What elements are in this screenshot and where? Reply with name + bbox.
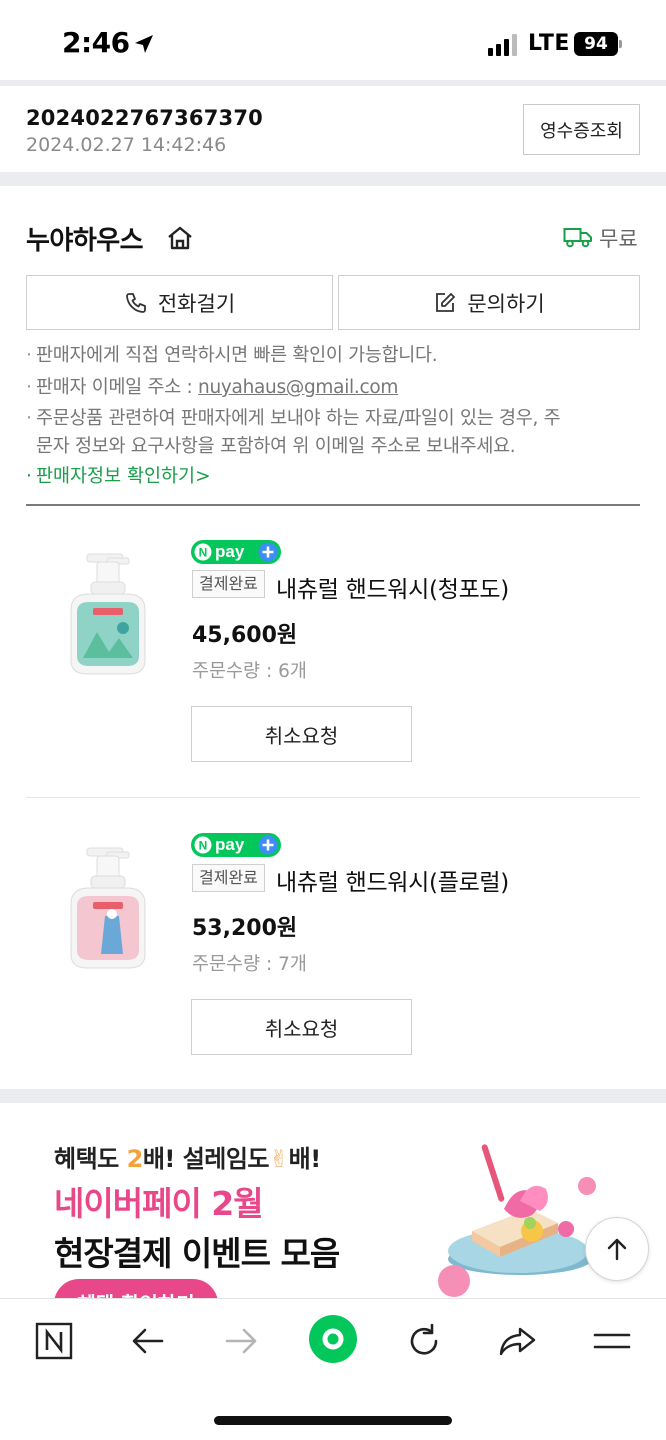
npay-badge: N pay	[191, 833, 281, 857]
cancel-request-button[interactable]: 취소요청	[191, 999, 412, 1055]
victory-hand-icon: ✌	[269, 1145, 289, 1173]
truck-icon	[563, 228, 592, 248]
location-arrow-icon	[135, 35, 153, 53]
payment-status-badge: 결제완료	[192, 570, 265, 598]
home-icon[interactable]	[166, 224, 194, 252]
signal-icon	[488, 34, 517, 56]
banner-headline: 혜택도 2배! 설레임도✌배!	[54, 1145, 321, 1173]
svg-text:N: N	[199, 546, 208, 560]
refresh-button[interactable]	[400, 1317, 448, 1365]
product-image[interactable]	[57, 548, 161, 682]
separator	[0, 80, 666, 86]
separator	[0, 1089, 666, 1103]
svg-text:pay: pay	[215, 835, 245, 854]
product-image[interactable]	[57, 842, 161, 976]
promo-banner[interactable]: 혜택도 2배! 설레임도✌배! 네이버페이 2월 현장결제 이벤트 모음 혜택 …	[0, 1103, 666, 1299]
phone-icon	[125, 292, 146, 313]
product-name[interactable]: 내츄럴 핸드워시(플로럴)	[276, 863, 509, 897]
inquiry-button[interactable]: 문의하기	[338, 275, 640, 330]
forward-button[interactable]	[217, 1317, 265, 1365]
product-quantity: 주문수량 : 7개	[192, 954, 307, 975]
product-price: 53,200원	[192, 916, 298, 941]
banner-title: 현장결제 이벤트 모음	[54, 1234, 340, 1273]
green-dot-icon	[309, 1315, 357, 1363]
seller-email-link[interactable]: nuyahaus@gmail.com	[198, 377, 398, 398]
share-button[interactable]	[494, 1317, 542, 1365]
share-icon	[499, 1327, 536, 1356]
status-time: 2:46	[62, 26, 130, 59]
separator	[0, 172, 666, 186]
battery-level: 94	[574, 32, 618, 56]
scroll-to-top-button[interactable]	[585, 1217, 649, 1281]
cake-illustration	[438, 1144, 596, 1297]
seller-info-link[interactable]: · 판매자정보 확인하기>	[26, 462, 211, 488]
edit-icon	[436, 292, 456, 312]
arrow-up-icon	[607, 1238, 627, 1261]
note-contact: · 판매자에게 직접 연락하시면 빠른 확인이 가능합니다.	[26, 345, 438, 366]
note-file-cont: 문자 정보와 요구사항을 포함하여 위 이메일 주소로 보내주세요.	[36, 436, 516, 457]
product-price: 45,600원	[192, 623, 298, 648]
banner-title-pink: 네이버페이 2월	[54, 1184, 264, 1223]
order-number: 2024022767367370	[26, 106, 263, 130]
note-file: · 주문상품 관련하여 판매자에게 보내야 하는 자료/파일이 있는 경우, 주	[26, 408, 561, 429]
naver-home-button[interactable]	[30, 1317, 78, 1365]
menu-button[interactable]	[588, 1317, 636, 1365]
divider	[26, 504, 640, 506]
shipping-fee: 무료	[599, 227, 638, 251]
call-button[interactable]: 전화걸기	[26, 275, 333, 330]
banner-cta-button[interactable]: 혜택 확인하기	[54, 1279, 218, 1299]
menu-icon	[593, 1333, 631, 1349]
naver-n-icon	[35, 1322, 73, 1360]
back-button[interactable]	[124, 1317, 172, 1365]
svg-text:N: N	[199, 839, 208, 853]
receipt-lookup-button[interactable]: 영수증조회	[523, 104, 640, 155]
battery-nub	[619, 40, 622, 48]
home-indicator	[214, 1416, 452, 1425]
back-arrow-icon	[132, 1328, 164, 1354]
green-dot-button[interactable]	[308, 1314, 358, 1364]
refresh-icon	[410, 1323, 438, 1355]
call-button-label: 전화걸기	[157, 291, 236, 316]
seller-name[interactable]: 누야하우스	[26, 220, 144, 257]
note-email: · 판매자 이메일 주소 : nuyahaus@gmail.com	[26, 377, 399, 398]
network-type: LTE	[528, 31, 570, 56]
cancel-request-button[interactable]: 취소요청	[191, 706, 412, 762]
status-bar: 2:46 LTE 94	[0, 0, 666, 80]
divider	[26, 797, 640, 798]
chevron-right-icon: >	[195, 466, 211, 487]
svg-text:pay: pay	[215, 542, 245, 561]
inquiry-button-label: 문의하기	[467, 291, 545, 316]
order-datetime: 2024.02.27 14:42:46	[26, 134, 227, 156]
product-name[interactable]: 내츄럴 핸드워시(청포도)	[276, 570, 509, 604]
payment-status-badge: 결제완료	[192, 864, 265, 892]
product-quantity: 주문수량 : 6개	[192, 661, 307, 682]
forward-arrow-icon	[225, 1328, 257, 1354]
npay-badge: N pay	[191, 540, 281, 564]
